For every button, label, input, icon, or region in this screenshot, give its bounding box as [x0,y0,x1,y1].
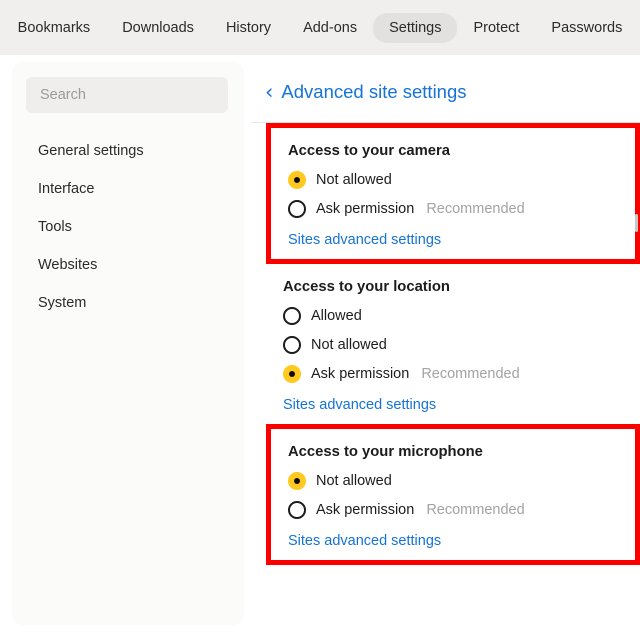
nav-tab-bookmarks[interactable]: Bookmarks [2,13,107,43]
sidebar-item-tools[interactable]: Tools [12,208,244,246]
radio-selected-icon[interactable] [288,472,306,490]
nav-tab-downloads[interactable]: Downloads [106,13,210,43]
radio-option-label: Not allowed [316,172,392,188]
sites-advanced-settings-link[interactable]: Sites advanced settings [283,396,436,414]
search-input[interactable] [26,77,228,113]
radio-option-not-allowed[interactable]: Not allowed [288,170,635,190]
radio-selected-icon[interactable] [288,171,306,189]
radio-option-ask-permission[interactable]: Ask permission Recommended [288,199,635,219]
sidebar-item-general-settings[interactable]: General settings [12,132,244,170]
settings-main-panel: ‹ Advanced site settings Access to your … [252,62,640,640]
radio-option-label: Not allowed [316,473,392,489]
radio-selected-icon[interactable] [283,365,301,383]
nav-tab-add-ons[interactable]: Add-ons [287,13,373,43]
radio-option-allowed[interactable]: Allowed [283,306,640,326]
sites-advanced-settings-link[interactable]: Sites advanced settings [288,532,441,550]
back-chevron-icon[interactable]: ‹ [265,82,273,103]
permission-section-access-to-your-microphone: Access to your microphone Not allowed Ask … [266,424,640,565]
nav-tab-passwords[interactable]: Passwords [535,13,638,43]
radio-option-not-allowed[interactable]: Not allowed [283,335,640,355]
panel-body: Access to your camera Not allowed Ask perm… [252,123,640,565]
nav-tab-protect[interactable]: Protect [457,13,535,43]
radio-unselected-icon[interactable] [283,336,301,354]
recommended-tag: Recommended [426,502,525,518]
radio-option-ask-permission[interactable]: Ask permission Recommended [288,500,635,520]
radio-option-label: Not allowed [311,337,387,353]
radio-unselected-icon[interactable] [283,307,301,325]
recommended-tag: Recommended [426,201,525,217]
radio-option-label: Ask permission [311,366,410,382]
radio-option-not-allowed[interactable]: Not allowed [288,471,635,491]
panel-scrollbar-thumb[interactable] [635,214,638,232]
settings-sidebar: General settingsInterfaceToolsWebsitesSy… [12,62,244,625]
page-title: Advanced site settings [281,81,467,102]
browser-top-nav: Bookmarks Downloads History Add-ons Settings… [0,0,640,55]
radio-unselected-icon[interactable] [288,501,306,519]
permission-section-access-to-your-camera: Access to your camera Not allowed Ask perm… [266,123,640,264]
sidebar-item-websites[interactable]: Websites [12,246,244,284]
radio-option-ask-permission[interactable]: Ask permission Recommended [283,364,640,384]
section-title: Access to your location [283,279,450,295]
sidebar-nav-list: General settings Interface Tools Websites Sy… [12,132,244,322]
sidebar-item-system[interactable]: System [12,284,244,322]
section-title: Access to your microphone [288,444,483,460]
nav-tab-settings[interactable]: Settings [373,12,458,43]
nav-tab-history[interactable]: History [210,13,287,43]
radio-option-label: Allowed [311,308,362,324]
section-title: Access to your camera [288,143,451,159]
permission-section-access-to-your-location: Access to your location Allowed Not allowe… [252,264,640,424]
radio-unselected-icon[interactable] [288,200,306,218]
radio-option-label: Ask permission [316,502,415,518]
panel-header: ‹ Advanced site settings [252,62,640,123]
recommended-tag: Recommended [421,366,520,382]
radio-option-label: Ask permission [316,201,415,217]
sidebar-item-interface[interactable]: Interface [12,170,244,208]
sites-advanced-settings-link[interactable]: Sites advanced settings [288,231,441,249]
